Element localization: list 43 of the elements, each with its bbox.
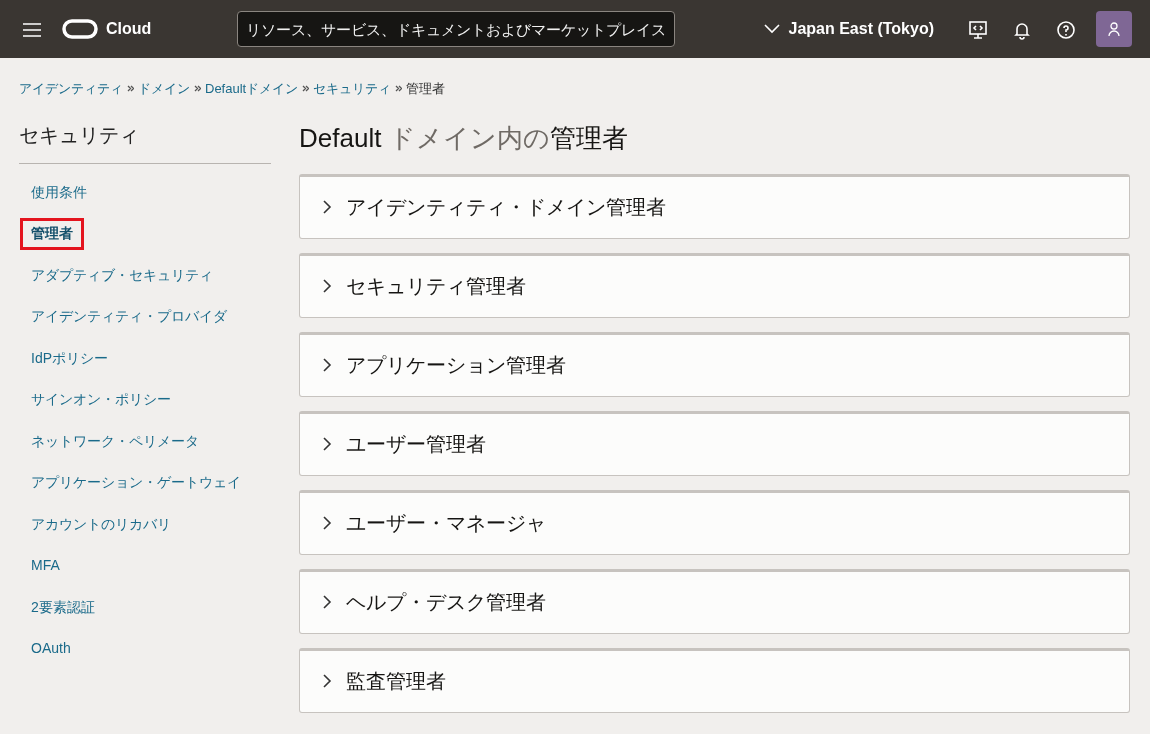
accordion-header[interactable]: セキュリティ管理者 — [299, 252, 1130, 318]
sidebar-item[interactable]: アダプティブ・セキュリティ — [20, 259, 224, 291]
chevron-right-icon — [322, 674, 332, 689]
logo-icon — [62, 19, 98, 39]
double-chevron-icon — [395, 85, 403, 93]
page-title: Default ドメイン内の管理者 — [299, 122, 629, 154]
accordion-header[interactable]: ユーザー・マネージャ — [299, 489, 1130, 555]
sidebar-item[interactable]: OAuth — [20, 633, 82, 665]
accordion-header[interactable]: アイデンティティ・ドメイン管理者 — [299, 173, 1130, 239]
sidebar-item[interactable]: IdPポリシー — [20, 342, 119, 374]
chevron-right-icon — [322, 200, 332, 215]
breadcrumb-link[interactable]: ドメイン — [138, 79, 190, 99]
sidebar-item[interactable]: 使用条件 — [20, 176, 98, 208]
accordion-header[interactable]: アプリケーション管理者 — [299, 331, 1130, 397]
chevron-right-icon — [322, 279, 332, 294]
avatar[interactable] — [1096, 11, 1132, 47]
accordion-header[interactable]: ヘルプ・デスク管理者 — [299, 568, 1130, 634]
sidebar-item[interactable]: 2要素認証 — [20, 591, 106, 623]
sidebar-item[interactable]: アプリケーション・ゲートウェイ — [20, 467, 252, 499]
region-selector[interactable]: Japan East (Tokyo) — [758, 16, 940, 42]
brand-name[interactable]: Cloud — [106, 17, 152, 41]
accordion-header[interactable]: ユーザー管理者 — [299, 410, 1130, 476]
breadcrumb-current: 管理者 — [406, 80, 446, 98]
chevron-right-icon — [322, 358, 332, 373]
sidebar-item[interactable]: アカウントのリカバリ — [20, 508, 182, 540]
sidebar-item[interactable]: 管理者 — [20, 218, 84, 250]
accordion-header[interactable]: 監査管理者 — [299, 647, 1130, 713]
sidebar-item[interactable]: MFA — [20, 550, 71, 582]
sidebar-item[interactable]: サインオン・ポリシー — [20, 384, 182, 416]
sidebar-item[interactable]: ネットワーク・ペリメータ — [20, 425, 210, 457]
chevron-right-icon — [322, 516, 332, 531]
chevron-right-icon — [322, 595, 332, 610]
double-chevron-icon — [302, 85, 310, 93]
sidebar-title: セキュリティ — [19, 122, 271, 164]
chevron-right-icon — [322, 437, 332, 452]
sidebar-item[interactable]: アイデンティティ・プロバイダ — [20, 301, 238, 333]
breadcrumb-link[interactable]: アイデンティティ — [19, 79, 123, 99]
breadcrumb-link[interactable]: Defaultドメイン — [205, 79, 299, 99]
double-chevron-icon — [194, 85, 201, 93]
double-chevron-icon — [127, 85, 134, 93]
chevron-down-icon — [764, 24, 781, 34]
search-field[interactable]: リソース、サービス、ドキュメントおよびマーケットプレイス — [237, 11, 676, 47]
breadcrumb-link[interactable]: セキュリティ — [313, 79, 392, 99]
